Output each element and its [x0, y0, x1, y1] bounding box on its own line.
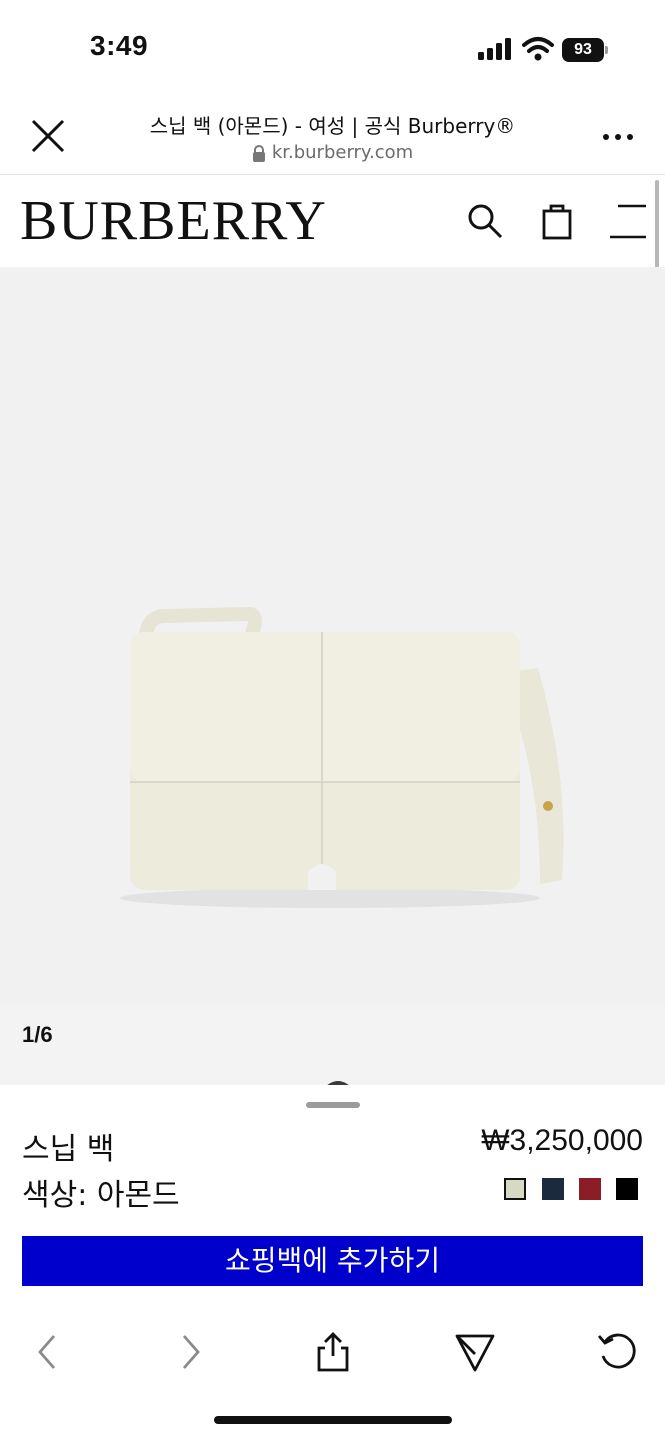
product-price: ₩3,250,000 — [481, 1124, 643, 1157]
wifi-icon — [522, 37, 554, 61]
burberry-logo[interactable]: BURBERRY — [20, 186, 327, 256]
product-name: 스닙 백 — [22, 1132, 115, 1167]
sheet-drag-handle[interactable] — [306, 1102, 360, 1108]
url-bar[interactable]: kr.burberry.com — [100, 142, 565, 163]
more-options-icon[interactable] — [598, 125, 638, 149]
battery-level: 93 — [562, 38, 604, 62]
color-swatch-black[interactable] — [616, 1178, 638, 1200]
color-swatch-red[interactable] — [579, 1178, 601, 1200]
url-text: kr.burberry.com — [271, 142, 414, 163]
search-icon[interactable] — [464, 200, 506, 242]
add-to-bag-button[interactable]: 쇼핑백에 추가하기 — [22, 1236, 643, 1286]
color-swatch-almond[interactable] — [504, 1178, 526, 1200]
cellular-signal-icon — [478, 38, 511, 60]
back-icon[interactable] — [26, 1330, 70, 1374]
send-icon[interactable] — [453, 1330, 497, 1374]
reload-icon[interactable] — [595, 1330, 639, 1374]
image-counter: 1/6 — [22, 1022, 53, 1047]
forward-icon[interactable] — [168, 1330, 212, 1374]
gallery-footer — [0, 1005, 665, 1085]
close-icon[interactable] — [28, 116, 68, 156]
home-indicator[interactable] — [214, 1416, 452, 1424]
color-swatch-navy[interactable] — [542, 1178, 564, 1200]
shopping-bag-icon[interactable] — [536, 200, 578, 242]
status-time: 3:49 — [90, 30, 149, 61]
page-title: 스닙 백 (아몬드) - 여성 | 공식 Burberry® — [149, 114, 516, 138]
color-swatches — [504, 1178, 644, 1202]
color-label: 색상: 아몬드 — [22, 1178, 180, 1213]
share-icon[interactable] — [311, 1330, 355, 1374]
menu-icon[interactable] — [606, 202, 648, 244]
product-bag-image — [120, 606, 564, 908]
battery-icon: 93 — [562, 38, 608, 62]
lock-icon — [252, 144, 265, 162]
